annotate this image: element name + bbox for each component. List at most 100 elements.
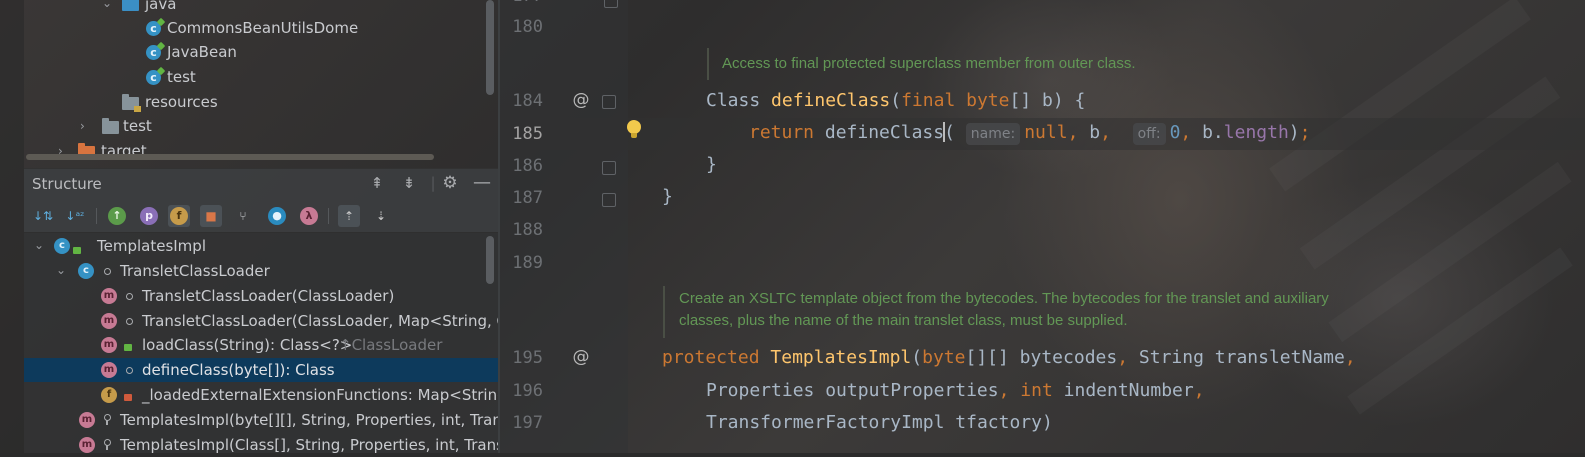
line-number: 187 bbox=[512, 188, 543, 208]
structure-toolbar: ↓⇅ ↓ᵃᶻ ↑ p f ■ ⑂ ● λ ⇡ ⇣ bbox=[24, 199, 500, 233]
fold-marker-icon[interactable] bbox=[604, 0, 618, 8]
override-marker-icon[interactable]: @ bbox=[571, 347, 591, 367]
structure-item-label: _loadedExternalExtensionFunctions: Map<S… bbox=[142, 386, 498, 404]
structure-item-label: TransletClassLoader bbox=[120, 262, 270, 280]
tool-window-strip bbox=[0, 0, 24, 453]
chevron-down-icon[interactable]: ⌄ bbox=[34, 239, 44, 251]
java-class-icon: c bbox=[146, 70, 161, 85]
sort-by-visibility-icon[interactable]: ↓⇅ bbox=[32, 205, 54, 227]
gear-icon[interactable]: ⚙ bbox=[441, 174, 459, 192]
vertical-separator: | bbox=[430, 174, 436, 192]
class-icon: c bbox=[54, 238, 70, 254]
code-line-195: protected TemplatesImpl(byte[][] bytecod… bbox=[662, 347, 1356, 368]
show-properties-icon[interactable]: p bbox=[140, 207, 158, 225]
chevron-down-icon[interactable]: ⌄ bbox=[102, 0, 112, 9]
text-caret bbox=[943, 122, 946, 142]
doc-comment: Create an XSLTC template object from the… bbox=[679, 290, 1329, 307]
code-line-186: } bbox=[706, 154, 717, 175]
method-icon: m bbox=[101, 288, 117, 304]
left-tool-panel: ⌄ java c CommonsBeanUtilsDome c JavaBean… bbox=[0, 0, 500, 454]
show-fields-button[interactable]: f bbox=[168, 205, 190, 227]
method-icon: m bbox=[79, 412, 95, 428]
show-fields-icon: f bbox=[170, 207, 188, 225]
structure-item-label: loadClass(String): Class<?> bbox=[142, 336, 353, 354]
structure-header: Structure ⇞ ⇟ | ⚙ — bbox=[24, 168, 500, 199]
tree-item-label: resources bbox=[145, 93, 218, 111]
tree-item-label: java bbox=[145, 0, 177, 13]
project-horizontal-scrollbar[interactable] bbox=[26, 154, 434, 160]
tree-item-class[interactable]: c test bbox=[146, 65, 486, 89]
structure-item-transletclassloader[interactable]: ⌄ c TransletClassLoader bbox=[56, 259, 486, 283]
code-line-184: Class defineClass(final byte[] b) { bbox=[706, 90, 1086, 111]
show-inherited-icon[interactable]: ↑ bbox=[108, 207, 126, 225]
structure-item-method[interactable]: m loadClass(String): Class<?> ↑ClassLoad… bbox=[101, 333, 498, 357]
tree-item-test-folder[interactable]: › test bbox=[78, 114, 478, 138]
tree-item-java[interactable]: ⌄ java bbox=[100, 0, 490, 16]
line-number: 189 bbox=[512, 253, 543, 273]
code-line-187: } bbox=[662, 186, 673, 207]
show-lambdas-icon[interactable]: λ bbox=[300, 207, 318, 225]
doc-comment: classes, plus the name of the main trans… bbox=[679, 312, 1128, 329]
tree-item-class[interactable]: c JavaBean bbox=[146, 40, 486, 64]
class-icon: c bbox=[78, 263, 94, 279]
project-vertical-scrollbar[interactable] bbox=[486, 0, 494, 95]
structure-item-method[interactable]: m TransletClassLoader(ClassLoader) bbox=[101, 284, 498, 308]
collapse-all-icon[interactable]: ⇟ bbox=[400, 174, 418, 192]
structure-item-constructor[interactable]: m TemplatesImpl(byte[][], String, Proper… bbox=[79, 408, 498, 432]
structure-item-field[interactable]: f _loadedExternalExtensionFunctions: Map… bbox=[101, 383, 498, 407]
protected-visibility-icon bbox=[104, 414, 111, 425]
structure-item-label: TransletClassLoader(ClassLoader) bbox=[142, 287, 395, 305]
structure-item-method-selected[interactable]: m defineClass(byte[]): Class bbox=[101, 358, 498, 382]
toolbar-separator bbox=[328, 208, 329, 224]
doc-comment-bar bbox=[707, 48, 709, 80]
tree-item-resources[interactable]: resources bbox=[122, 90, 482, 114]
sort-alphabetically-icon[interactable]: ↓ᵃᶻ bbox=[64, 205, 86, 227]
code-line-197: TransformerFactoryImpl tfactory) bbox=[706, 412, 1053, 433]
folder-icon bbox=[122, 0, 139, 11]
show-anonymous-icon[interactable]: ● bbox=[268, 207, 286, 225]
toolbar-separator bbox=[96, 208, 97, 224]
structure-item-label: TemplatesImpl(byte[][], String, Properti… bbox=[120, 411, 498, 429]
tree-item-label: CommonsBeanUtilsDome bbox=[167, 19, 359, 37]
expand-all-icon[interactable]: ⇞ bbox=[368, 174, 386, 192]
tree-item-class[interactable]: c CommonsBeanUtilsDome bbox=[146, 16, 486, 40]
java-class-icon: c bbox=[146, 45, 161, 60]
method-icon: m bbox=[79, 437, 95, 453]
package-visibility-icon bbox=[126, 293, 133, 300]
structure-item-label: defineClass(byte[]): Class bbox=[142, 361, 335, 379]
line-number: 184 bbox=[512, 91, 543, 111]
structure-item-constructor[interactable]: m TemplatesImpl(Class[], String, Propert… bbox=[79, 433, 498, 457]
autoscroll-from-source-icon[interactable]: ⇣ bbox=[370, 205, 392, 227]
tree-item-label: JavaBean bbox=[167, 43, 237, 61]
panel-splitter[interactable] bbox=[498, 0, 500, 453]
doc-comment: Access to final protected superclass mem… bbox=[722, 55, 1136, 72]
tree-item-label: test bbox=[167, 68, 196, 86]
structure-item-label: TemplatesImpl bbox=[97, 237, 206, 255]
minimize-icon[interactable]: — bbox=[473, 174, 491, 192]
line-number: 185 bbox=[512, 124, 543, 144]
fold-marker-icon[interactable] bbox=[602, 161, 616, 175]
structure-vertical-scrollbar[interactable] bbox=[486, 236, 494, 284]
parameter-hint: off: bbox=[1132, 123, 1166, 145]
fold-marker-icon[interactable] bbox=[602, 193, 616, 207]
structure-item-templatesimpl[interactable]: ⌄ c TemplatesImpl bbox=[34, 234, 484, 258]
method-icon: m bbox=[101, 313, 117, 329]
line-number: 195 bbox=[512, 348, 543, 368]
show-lambdas-tree-icon[interactable]: ⑂ bbox=[232, 205, 254, 227]
lightbulb-icon[interactable] bbox=[627, 120, 641, 138]
override-marker-icon[interactable]: @ bbox=[571, 90, 591, 110]
fold-marker-icon[interactable] bbox=[602, 95, 616, 109]
chevron-down-icon[interactable]: ⌄ bbox=[56, 264, 66, 276]
show-non-public-button[interactable]: ■ bbox=[200, 205, 222, 227]
tree-item-label: test bbox=[123, 117, 152, 135]
parameter-hint: name: bbox=[965, 123, 1021, 145]
structure-title: Structure bbox=[32, 175, 102, 193]
line-number: 186 bbox=[512, 156, 543, 176]
structure-item-method[interactable]: m TransletClassLoader(ClassLoader, Map<S… bbox=[101, 309, 498, 333]
public-visibility-icon bbox=[124, 344, 132, 351]
autoscroll-to-source-icon[interactable]: ⇡ bbox=[338, 205, 360, 227]
chevron-right-icon[interactable]: › bbox=[80, 120, 90, 132]
folder-icon bbox=[102, 118, 119, 134]
resources-folder-icon bbox=[122, 94, 141, 112]
code-editor[interactable]: 177 180 184 185 186 187 188 189 195 196 … bbox=[500, 0, 1585, 453]
